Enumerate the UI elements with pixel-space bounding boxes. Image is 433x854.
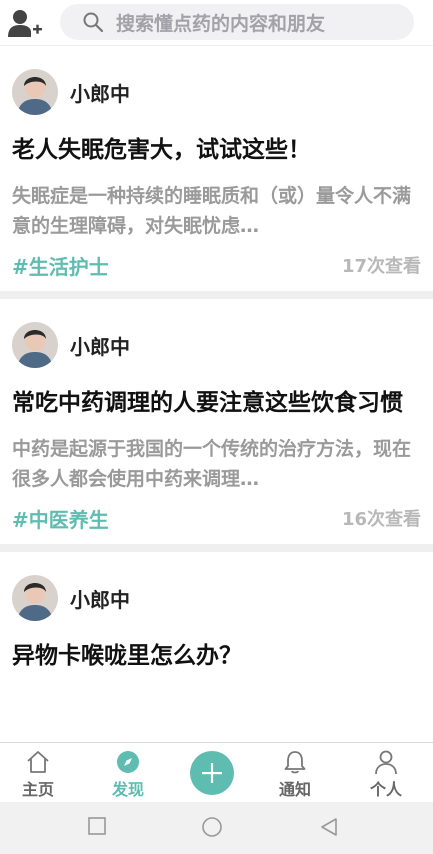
author-name[interactable]: 小郎中: [70, 584, 130, 613]
back-icon[interactable]: [318, 816, 340, 838]
topic-tag[interactable]: #生活护士: [12, 251, 109, 280]
home-icon: [27, 751, 49, 773]
author-row: 小郎中: [12, 299, 421, 373]
search-icon: [83, 12, 104, 33]
article-title[interactable]: 老人失眠危害大，试试这些！: [12, 132, 421, 169]
bell-icon: [284, 751, 306, 774]
article-excerpt: 失眠症是一种持续的睡眠质和（或）量令人不满意的生理障碍，对失眠忧虑…: [12, 185, 412, 237]
search-bar[interactable]: 搜索懂点药的内容和朋友: [60, 4, 414, 40]
author-name[interactable]: 小郎中: [70, 331, 130, 360]
avatar[interactable]: [12, 322, 58, 368]
article-meta: #中医养生 16次查看: [12, 500, 421, 536]
avatar[interactable]: [12, 575, 58, 621]
feed-list[interactable]: 小郎中 老人失眠危害大，试试这些！ 失眠症是一种持续的睡眠质和（或）量令人不满意…: [0, 46, 433, 742]
add-friend-icon[interactable]: [8, 8, 42, 38]
author-row: 小郎中: [12, 46, 421, 120]
article-meta: #生活护士 17次查看: [12, 247, 421, 283]
view-count: 16次查看: [341, 509, 421, 530]
author-name[interactable]: 小郎中: [70, 78, 130, 107]
recent-apps-icon[interactable]: [87, 816, 107, 836]
tab-home[interactable]: 主页: [3, 743, 73, 803]
tab-profile[interactable]: 个人: [351, 743, 421, 803]
article-card[interactable]: 小郎中 老人失眠危害大，试试这些！ 失眠症是一种持续的睡眠质和（或）量令人不满意…: [0, 46, 433, 283]
article-card[interactable]: 小郎中 异物卡喉咙里怎么办？: [0, 552, 433, 675]
home-nav-icon[interactable]: [201, 816, 223, 838]
system-nav-bar: [0, 802, 433, 854]
tab-label: 主页: [21, 780, 54, 799]
search-placeholder: 搜索懂点药的内容和朋友: [116, 12, 326, 35]
article-title[interactable]: 异物卡喉咙里怎么办？: [12, 638, 421, 675]
person-icon: [375, 750, 397, 775]
article-excerpt: 中药是起源于我国的一个传统的治疗方法，现在很多人都会使用中药来调理…: [12, 438, 412, 490]
avatar[interactable]: [12, 69, 58, 115]
tab-notifications[interactable]: 通知: [260, 743, 330, 803]
tab-discover[interactable]: 发现: [93, 743, 163, 803]
plus-icon: [202, 763, 222, 783]
view-count: 17次查看: [341, 256, 421, 277]
topic-tag[interactable]: #中医养生: [12, 504, 109, 533]
create-post-button[interactable]: [190, 751, 234, 795]
top-bar: 搜索懂点药的内容和朋友: [0, 0, 433, 46]
author-row: 小郎中: [12, 552, 421, 626]
article-title[interactable]: 常吃中药调理的人要注意这些饮食习惯: [12, 385, 421, 422]
bottom-tab-bar: 主页 发现 通知 个人: [0, 742, 433, 802]
article-card[interactable]: 小郎中 常吃中药调理的人要注意这些饮食习惯 中药是起源于我国的一个传统的治疗方法…: [0, 299, 433, 536]
card-separator: [0, 544, 433, 552]
tab-label: 个人: [369, 780, 402, 799]
tab-label: 通知: [278, 780, 311, 799]
compass-icon: [117, 751, 139, 773]
card-separator: [0, 291, 433, 299]
tab-label: 发现: [111, 780, 144, 799]
